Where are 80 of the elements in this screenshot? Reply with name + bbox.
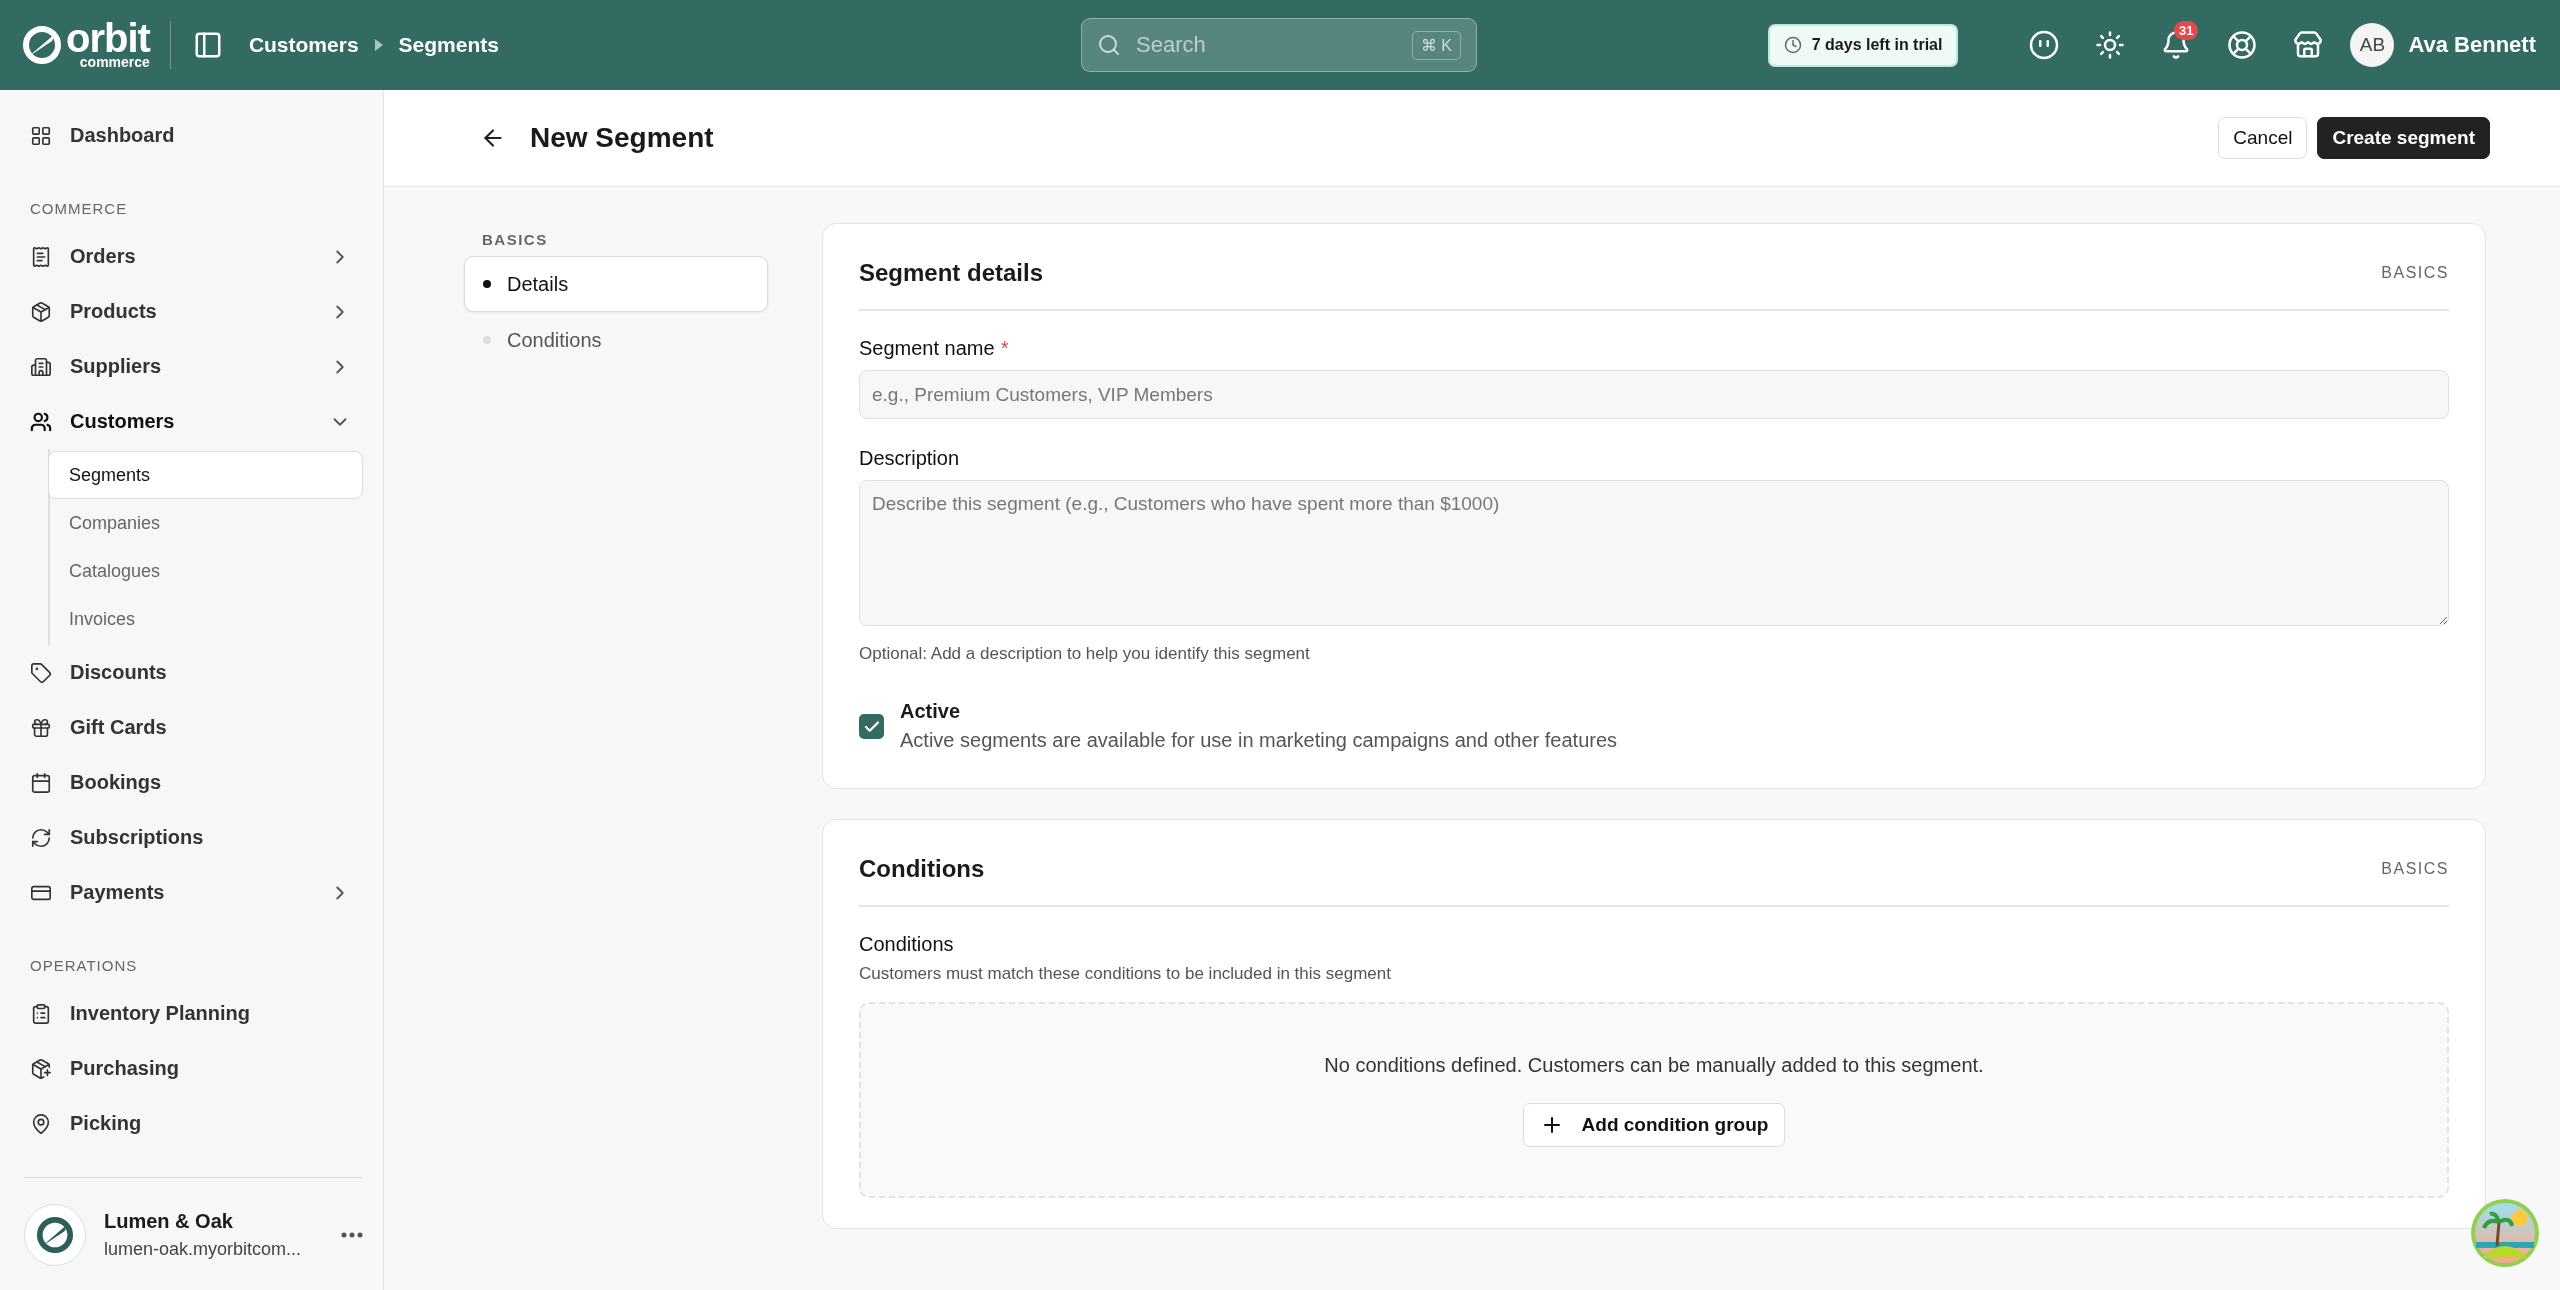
sidebar-item[interactable]: Picking: [24, 1096, 363, 1151]
input-field[interactable]: e.g., Premium Customers, VIP Members: [859, 370, 2449, 419]
map-pin-icon: [30, 1112, 52, 1135]
clipboard-icon: [30, 1002, 52, 1025]
checkbox[interactable]: [859, 714, 884, 739]
sidebar-item[interactable]: Orders: [24, 229, 363, 284]
package-plus-icon: [30, 1057, 52, 1080]
breadcrumb-link[interactable]: Customers: [248, 33, 359, 57]
refresh-icon: [30, 826, 52, 849]
field-label: Segment name *: [859, 337, 1010, 360]
sidebar-subitem[interactable]: Invoices: [48, 595, 363, 643]
textarea-field[interactable]: Describe this segment (e.g., Customers who have spent more than $1000): [859, 480, 2449, 626]
sidebar-item[interactable]: Dashboard: [24, 108, 363, 163]
sidebar-item[interactable]: Discounts: [24, 645, 363, 700]
sidebar-item[interactable]: Payments: [24, 865, 363, 920]
building-icon: [30, 355, 52, 378]
sidebar-item[interactable]: Products: [24, 284, 363, 339]
user-avatar[interactable]: AB: [2350, 23, 2395, 67]
dashboard-grid-icon: [30, 124, 52, 147]
sidebar-item[interactable]: Purchasing: [24, 1041, 363, 1096]
logo-subtitle: commerce: [79, 55, 150, 69]
bell-button[interactable]: 31: [2152, 21, 2201, 69]
bullet-icon: [483, 336, 491, 344]
section-nav-heading: BASICS: [482, 231, 549, 248]
help-text: Customers must match these conditions to be included in this segment: [859, 964, 1392, 984]
help-text: Optional: Add a description to help you identify this segment: [859, 644, 1311, 664]
sidebar-item[interactable]: Subscriptions: [24, 810, 363, 865]
checkbox-description: Active segments are available for use in marketing campaigns and other features: [900, 729, 1618, 752]
add-condition-button[interactable]: Add condition group: [1522, 1102, 1786, 1147]
notification-count: 31: [2174, 21, 2199, 40]
calendar-icon: [30, 771, 52, 794]
card-title: Segment details: [859, 258, 1044, 287]
required-mark: *: [1000, 337, 1009, 359]
trial-badge[interactable]: 7 days left in trial: [1767, 23, 1959, 67]
create-button[interactable]: Create segment: [2317, 117, 2490, 159]
breadcrumb-separator-icon: [374, 39, 383, 51]
sidebar-item[interactable]: Bookings: [24, 755, 363, 810]
page-title: New Segment: [530, 122, 714, 154]
receipt-icon: [30, 245, 52, 268]
field-label: Description: [859, 447, 961, 470]
sidebar-subitem[interactable]: Segments: [48, 451, 363, 499]
sidebar-item[interactable]: Customers: [24, 394, 363, 449]
logo-mark-icon: [36, 1216, 74, 1254]
logo-wordmark: orbit: [66, 21, 150, 55]
cancel-button[interactable]: Cancel: [2218, 117, 2308, 159]
face-icon: [2028, 29, 2061, 61]
card-tag: BASICS: [2381, 859, 2449, 878]
gift-icon: [30, 716, 52, 739]
clock-icon: [1783, 36, 1802, 54]
store-name: Lumen & Oak: [104, 1210, 234, 1233]
store-icon: [2293, 30, 2324, 60]
users-icon: [30, 410, 52, 433]
section-nav-item[interactable]: Details: [464, 256, 768, 312]
card-tag: BASICS: [2381, 263, 2449, 282]
field-label: Conditions: [859, 933, 955, 956]
more-button[interactable]: [341, 1232, 363, 1238]
checkbox-label: Active: [900, 700, 962, 723]
shortcut-hint: ⌘ K: [1411, 31, 1461, 60]
card-title: Conditions: [859, 854, 985, 883]
sidebar-section-heading: OPERATIONS: [30, 957, 139, 974]
package-icon: [30, 300, 52, 323]
island-avatar-icon[interactable]: [2470, 1198, 2540, 1268]
more-icon: [341, 1232, 363, 1238]
store-url: lumen-oak.myorbitcom...: [104, 1239, 303, 1260]
logo-mark-icon: [22, 25, 62, 65]
breadcrumb-link[interactable]: Segments: [398, 33, 499, 57]
search-icon: [1097, 33, 1121, 57]
sidebar-subitem[interactable]: Companies: [48, 499, 363, 547]
empty-state-text: No conditions defined. Customers can be manually added to this segment.: [1324, 1053, 1984, 1077]
sidebar-section-heading: COMMERCE: [30, 200, 129, 217]
tag-icon: [30, 661, 52, 684]
section-nav-item[interactable]: Conditions: [464, 312, 768, 368]
sidebar-item[interactable]: Gift Cards: [24, 700, 363, 755]
sidebar-item[interactable]: Suppliers: [24, 339, 363, 394]
user-name[interactable]: Ava Bennett: [2408, 32, 2536, 58]
bullet-icon: [483, 280, 491, 288]
sidebar-subitem[interactable]: Catalogues: [48, 547, 363, 595]
lifebuoy-icon: [2227, 30, 2258, 60]
sun-icon: [2095, 30, 2126, 60]
sidebar-item[interactable]: Inventory Planning: [24, 986, 363, 1041]
